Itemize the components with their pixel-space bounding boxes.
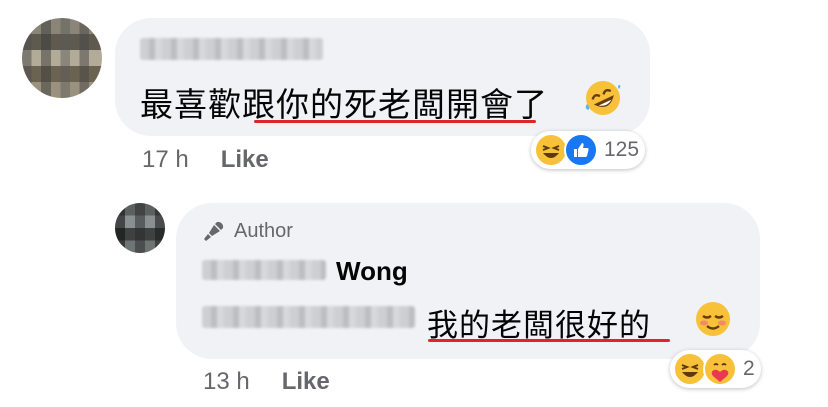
author-avatar[interactable] [115,203,165,253]
commenter-name-blurred[interactable] [140,38,323,60]
reply-meta: 13 h Like [203,368,330,396]
laugh-icon [673,352,707,386]
rofl-emoji-icon [585,81,621,115]
like-button[interactable]: Like [282,368,330,395]
reply-reaction-summary[interactable]: 2 [670,350,761,388]
microphone-icon [204,221,224,241]
author-badge: Author [202,219,293,243]
red-underline [428,339,670,342]
reaction-count: 125 [604,138,640,161]
comment-timestamp[interactable]: 17 h [142,146,189,173]
commenter-avatar[interactable] [22,18,102,98]
reply-timestamp[interactable]: 13 h [203,368,250,395]
reaction-summary[interactable]: 125 [531,131,646,169]
author-name[interactable]: Wong [336,256,408,287]
author-name-blurred[interactable] [202,260,326,280]
laugh-icon [534,133,568,167]
red-underline [254,120,536,123]
reaction-count: 2 [743,357,755,380]
smiling-blush-emoji-icon [696,302,730,336]
mention-tag-blurred[interactable] [202,306,415,328]
like-button[interactable]: Like [221,146,269,173]
comment-text: 最喜歡跟你的死老闆開會了 [140,85,548,124]
like-icon [564,133,598,167]
author-label: Author [234,219,293,242]
care-icon [703,352,737,386]
comment-meta: 17 h Like [142,146,269,174]
